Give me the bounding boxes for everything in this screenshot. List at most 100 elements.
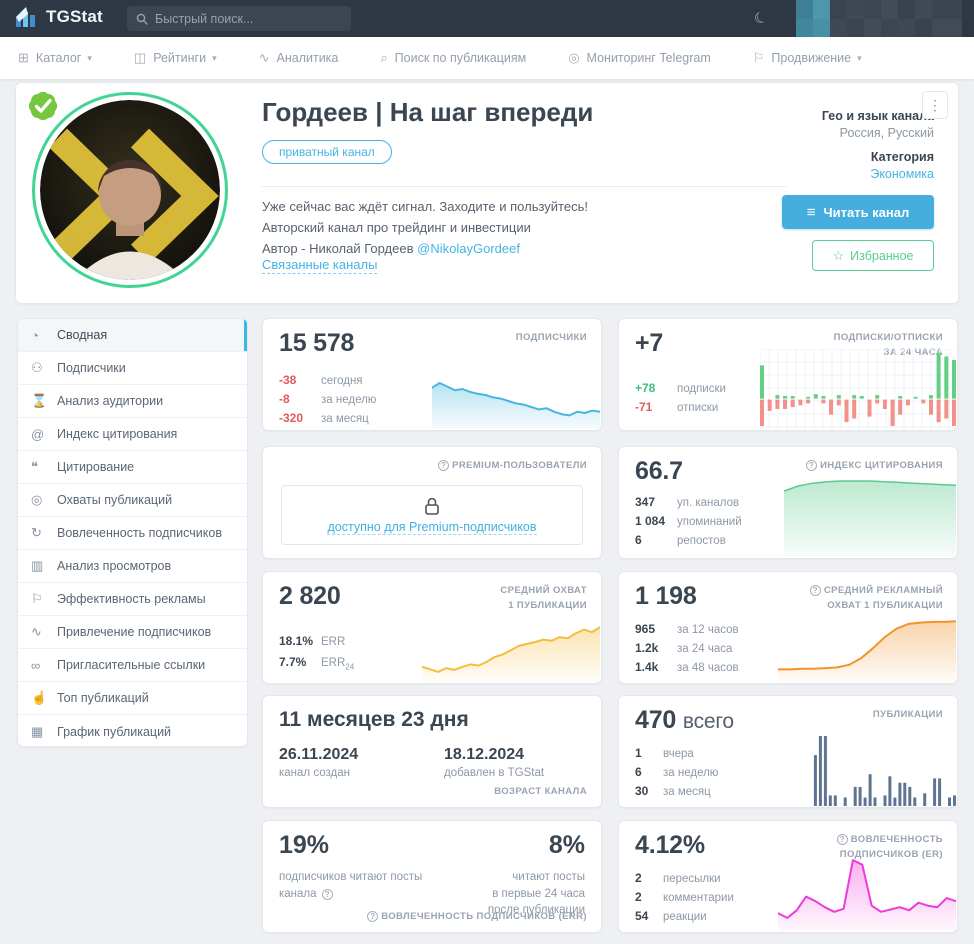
nav-item-catalog[interactable]: ⊞ Каталог ▾	[18, 50, 92, 66]
subscribers-count: 15 578	[279, 329, 355, 357]
quote-icon: ❝	[31, 459, 38, 474]
sidebar-item-subscribers[interactable]: ⚇ Подписчики	[18, 352, 247, 385]
sidebar-item-subscriber-attraction[interactable]: ∿ Привлечение подписчиков	[18, 616, 247, 649]
subscribers-card: 15 578 ПОДПИСЧИКИ -38 сегодня -8 за неде…	[262, 318, 602, 431]
wave-icon: ∿	[31, 624, 42, 639]
stat-row: 30 за месяц	[635, 784, 711, 798]
quick-search[interactable]	[127, 6, 351, 31]
stat-row: -38 сегодня	[279, 373, 363, 387]
search-icon	[136, 13, 148, 25]
link-icon: ∞	[31, 657, 41, 673]
eye-icon: ◎	[31, 492, 43, 507]
target-icon: ◎	[568, 50, 580, 65]
net-subs-24h: +7	[635, 329, 664, 357]
average-ad-reach-card: 1 198 ? СРЕДНИЙ РЕКЛАМНЫЙ ОХВАТ 1 ПУБЛИКА…	[618, 571, 958, 684]
tgstat-logo-icon	[16, 7, 35, 27]
stat-row: +78 подписки	[635, 381, 726, 395]
active-indicator	[244, 319, 247, 351]
stat-row: 54 реакции	[635, 909, 707, 923]
sidebar-item-post-reach[interactable]: ◎ Охваты публикаций	[18, 484, 247, 517]
divider	[262, 186, 786, 187]
stat-row: -71 отписки	[635, 400, 719, 414]
calendar-icon: ▦	[31, 723, 44, 739]
stat-row: 347 уп. каналов	[635, 495, 740, 509]
premium-locked-box: доступно для Premium-подписчиков	[281, 485, 583, 545]
ad-reach-sparkline-chart	[777, 606, 957, 682]
average-reach-value: 2 820	[279, 582, 341, 610]
err24-percent: 8%	[548, 831, 585, 859]
premium-upgrade-link[interactable]: доступно для Premium-подписчиков	[327, 520, 537, 535]
nav-item-telegram-monitoring[interactable]: ◎ Мониторинг Telegram	[568, 50, 711, 66]
tag-icon: ⚐	[752, 50, 765, 65]
subscribers-sparkline-chart	[431, 359, 601, 429]
channel-title: Гордеев | На шаг впереди	[262, 97, 594, 127]
search-input[interactable]	[155, 11, 330, 26]
related-channels-link[interactable]: Связанные каналы	[262, 257, 378, 274]
stat-row: -8 за неделю	[279, 392, 377, 406]
favorite-button[interactable]: ☆ Избранное	[812, 240, 934, 271]
people-icon: ⚇	[31, 360, 43, 375]
subs-unsubs-bar-chart	[759, 348, 956, 429]
er-percent: 4.12%	[635, 831, 705, 859]
added-to-tgstat-column: 18.12.2024 добавлен в TGStat	[444, 746, 545, 779]
sidebar-item-posting-schedule[interactable]: ▦ График публикаций	[18, 715, 247, 746]
brand-name: TGStat	[46, 7, 103, 26]
thumbs-up-icon: ☝	[31, 690, 48, 705]
tgstat-logo[interactable]: TGStat	[14, 5, 103, 29]
stat-row: 18.1% ERR	[279, 634, 346, 648]
stat-row: 1.2k за 24 часа	[635, 641, 733, 655]
sidebar-item-audience-analysis[interactable]: ⌛ Анализ аудитории	[18, 385, 247, 418]
premium-users-card: ? PREMIUM-ПОЛЬЗОВАТЕЛИ доступно для Premi…	[262, 446, 602, 559]
channel-description: Уже сейчас вас ждёт сигнал. Заходите и п…	[262, 196, 588, 259]
nav-item-ratings[interactable]: ◫ Рейтинги ▾	[134, 50, 217, 66]
card-label: ? ИНДЕКС ЦИТИРОВАНИЯ	[806, 459, 943, 474]
publications-card: 470 всего ПУБЛИКАЦИИ 1 вчера 6 за неделю…	[618, 695, 958, 808]
description-line: Автор - Николай Гордеев @NikolayGordeef	[262, 241, 520, 257]
description-line: Уже сейчас вас ждёт сигнал. Заходите и п…	[262, 199, 588, 214]
stat-row: 7.7% ERR24	[279, 655, 355, 672]
info-icon: ?	[836, 834, 848, 845]
sidebar-item-views-analysis[interactable]: ▥ Анализ просмотров	[18, 550, 247, 583]
card-label: ВОЗРАСТ КАНАЛА	[494, 786, 587, 797]
more-options-button[interactable]: ⋮	[922, 91, 948, 119]
author-handle-link[interactable]: @NikolayGordeef	[417, 241, 520, 256]
channel-created-column: 26.11.2024 канал создан	[279, 746, 359, 779]
tag-icon: ⚐	[31, 591, 43, 606]
stat-row: 6 за неделю	[635, 765, 719, 779]
nav-item-analytics[interactable]: ∿ Аналитика	[259, 50, 339, 66]
citation-index-value: 66.7	[635, 457, 683, 485]
sidebar-item-subscriber-engagement[interactable]: ↻ Вовлеченность подписчиков	[18, 517, 247, 550]
stat-row: 6 репостов	[635, 533, 726, 547]
card-label: ? ВОВЛЕЧЕННОСТЬ ПОДПИСЧИКОВ (ERR)	[367, 911, 587, 922]
sidebar-item-citation-index[interactable]: @ Индекс цитирования	[18, 418, 247, 451]
category-link[interactable]: Экономика	[870, 167, 934, 181]
dark-mode-toggle-icon[interactable]: ☾	[751, 7, 770, 29]
hourglass-icon: ⌛	[31, 393, 48, 408]
stat-row: 2 пересылки	[635, 871, 721, 885]
sidebar-item-summary[interactable]: ◔ Сводная	[18, 319, 247, 352]
read-channel-button[interactable]: ≡ Читать канал	[782, 195, 934, 229]
sidebar-item-citations[interactable]: ❝ Цитирование	[18, 451, 247, 484]
sidebar-item-invite-links[interactable]: ∞ Пригласительные ссылки	[18, 649, 247, 682]
channel-age-card: 11 месяцев 23 дня 26.11.2024 канал созда…	[262, 695, 602, 808]
censored-user-account[interactable]	[796, 0, 962, 42]
chevron-down-icon: ▾	[857, 52, 862, 63]
verified-badge-icon	[24, 87, 62, 130]
lock-icon	[425, 497, 439, 515]
stat-row: 965 за 12 часов	[635, 622, 739, 636]
err-left-caption: подписчиков читают посты канала ?	[279, 871, 423, 900]
chevron-down-icon: ▾	[212, 52, 217, 63]
nav-item-promotion[interactable]: ⚐ Продвижение ▾	[753, 50, 862, 66]
average-reach-sparkline-chart	[421, 610, 601, 682]
histogram-icon: ▥	[31, 558, 44, 573]
category-label: Категория	[870, 150, 934, 164]
chevron-down-icon: ▾	[87, 52, 92, 63]
sidebar-item-top-posts[interactable]: ☝ Топ публикаций	[18, 682, 247, 715]
sidebar-item-ad-effectiveness[interactable]: ⚐ Эффективность рекламы	[18, 583, 247, 616]
err-percent: 19%	[279, 831, 330, 859]
channel-age-value: 11 месяцев 23 дня	[279, 708, 469, 731]
info-icon: ?	[367, 911, 379, 922]
subs-unsubs-24h-card: +7 ПОДПИСКИ/ОТПИСКИ ЗА 24 ЧАСА +78 подпи…	[618, 318, 958, 431]
err-engagement-card: 19% подписчиков читают посты канала ? 8%…	[262, 820, 602, 933]
nav-item-post-search[interactable]: ⌕ Поиск по публикациям	[380, 50, 526, 66]
